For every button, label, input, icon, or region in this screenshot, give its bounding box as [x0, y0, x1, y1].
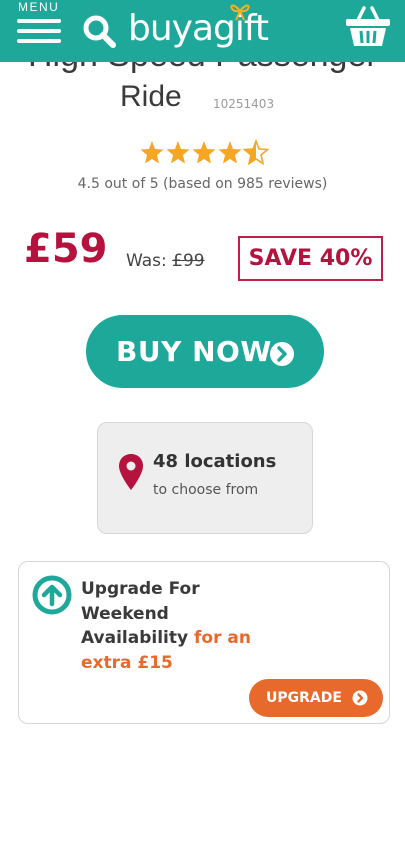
was-price-value: £99 [172, 251, 205, 271]
menu-label: MENU [18, 0, 60, 14]
was-label: Was: [126, 251, 167, 271]
upgrade-text-main: Upgrade For Weekend Availability [81, 579, 200, 648]
search-icon[interactable] [82, 14, 116, 48]
product-code: 10251403 [213, 97, 275, 111]
star-rating [140, 140, 269, 165]
arrow-up-circle-icon [32, 575, 72, 615]
buyagift-logo[interactable]: buyagift [128, 4, 288, 54]
product-title-line2: Ride [120, 80, 182, 113]
star-icon [192, 141, 216, 164]
chevron-right-circle-icon [270, 342, 294, 366]
was-price: Was: £99 [126, 251, 205, 271]
upgrade-button-label: UPGRADE [266, 690, 342, 706]
upgrade-card: Upgrade For Weekend Availability for an … [18, 561, 390, 724]
upgrade-text: Upgrade For Weekend Availability for an … [81, 577, 261, 675]
chevron-right-circle-icon [352, 690, 368, 706]
logo-bow-icon [230, 4, 250, 21]
menu-button[interactable]: MENU [17, 0, 63, 52]
locations-card[interactable]: 48 locations to choose from [97, 422, 313, 534]
location-pin-icon [119, 454, 143, 490]
star-icon [166, 141, 190, 164]
site-header: MENU buyagift [0, 0, 405, 62]
basket-icon[interactable] [344, 4, 392, 50]
locations-sub: to choose from [153, 482, 259, 498]
rating-text: 4.5 out of 5 (based on 985 reviews) [77, 176, 328, 192]
locations-count: 48 locations [153, 451, 277, 472]
buy-now-label: BUY NOW [116, 335, 272, 368]
price: £59 [24, 226, 108, 272]
star-icon [218, 141, 242, 164]
upgrade-button[interactable]: UPGRADE [249, 679, 383, 717]
star-icon [140, 141, 164, 164]
hamburger-icon [17, 19, 61, 45]
half-star-icon [243, 140, 269, 165]
buy-now-button[interactable]: BUY NOW [86, 315, 324, 388]
save-badge: SAVE 40% [238, 236, 383, 281]
